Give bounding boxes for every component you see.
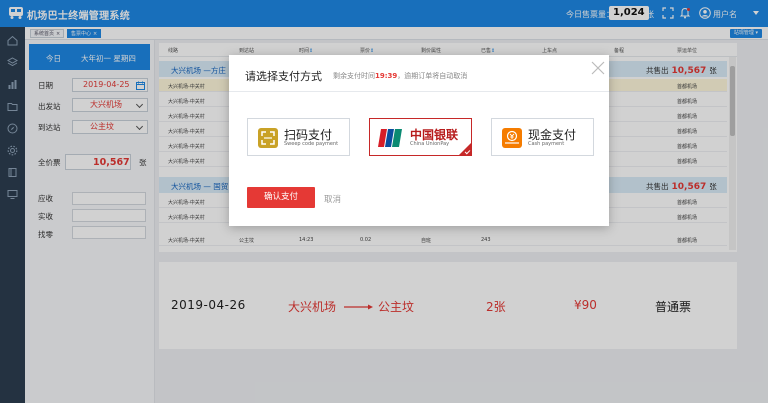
pay-option-qr[interactable]: 扫码支付 Sweep code payment	[247, 118, 350, 156]
pay-option-sub: Cash payment	[528, 141, 565, 147]
pay-option-sub: China UnionPay	[410, 141, 450, 147]
unionpay-icon	[378, 129, 402, 147]
cash-icon	[502, 128, 522, 148]
divider	[229, 91, 609, 92]
confirm-payment-button[interactable]: 确认支付	[247, 187, 315, 208]
cancel-button[interactable]: 取消	[324, 193, 341, 205]
pay-option-unionpay[interactable]: 中国银联 China UnionPay	[369, 118, 472, 156]
qr-scan-icon	[258, 128, 278, 148]
modal-title: 请选择支付方式	[245, 70, 322, 83]
pay-option-sub: Sweep code payment	[284, 141, 339, 147]
payment-countdown: 剩余支付时间19:39，逾期订单将自动取消	[333, 72, 468, 80]
close-icon[interactable]	[591, 61, 605, 75]
pay-option-cash[interactable]: 现金支付 Cash payment	[491, 118, 594, 156]
payment-modal: 请选择支付方式 剩余支付时间19:39，逾期订单将自动取消 扫码支付 Sweep…	[229, 55, 609, 226]
